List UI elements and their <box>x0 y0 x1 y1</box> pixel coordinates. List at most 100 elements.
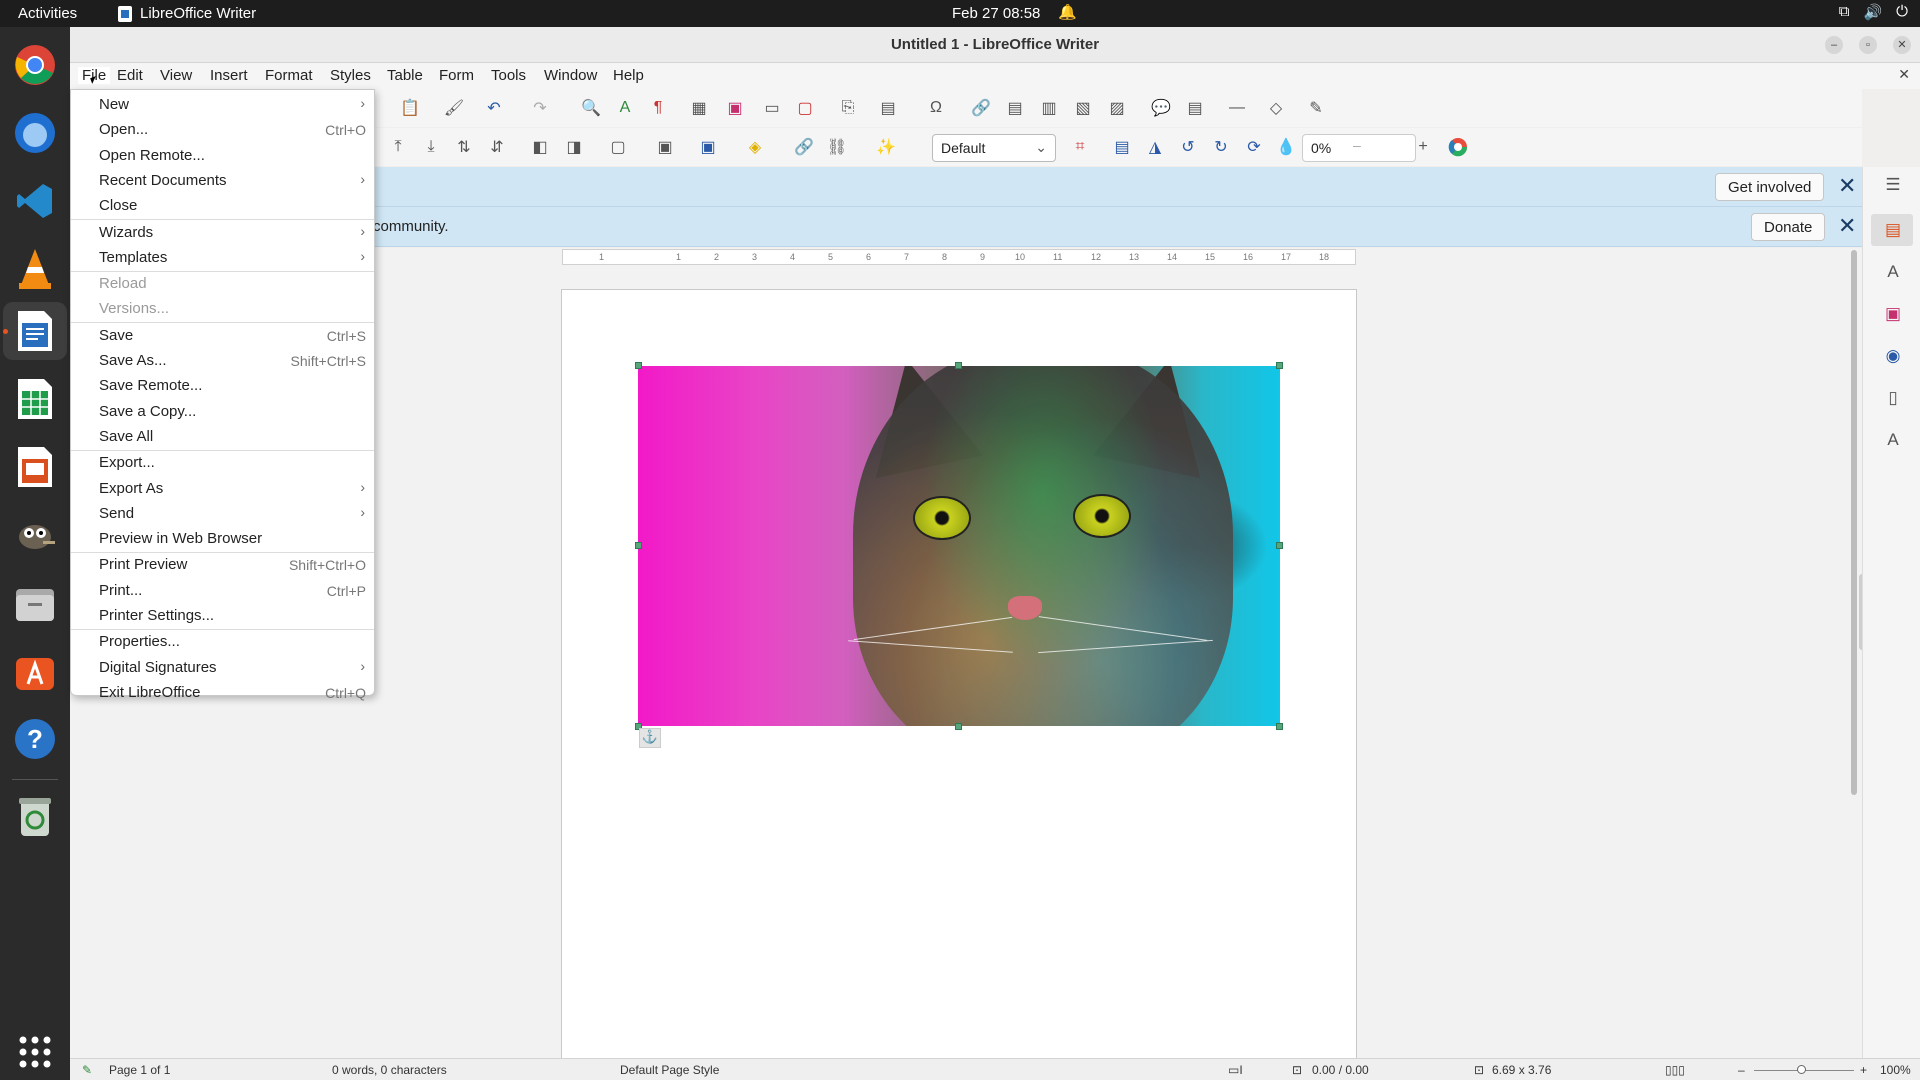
menu-form[interactable]: Form <box>439 67 474 84</box>
wrap-through-icon[interactable]: ⇵ <box>487 137 507 157</box>
insert-table-icon[interactable]: ▦ <box>689 98 709 118</box>
menu-item-preview-in-web-browser[interactable]: Preview in Web Browser <box>71 526 374 551</box>
page-icon[interactable]: ▯ <box>1883 388 1903 408</box>
menu-help[interactable]: Help <box>613 67 644 84</box>
vscode-launcher[interactable] <box>10 176 60 226</box>
activities-button[interactable]: Activities <box>18 5 77 22</box>
resize-handle[interactable] <box>955 723 962 730</box>
rotate-icon[interactable]: ⟳ <box>1244 137 1264 157</box>
menu-item-open[interactable]: Open... Ctrl+O <box>71 117 374 142</box>
track-changes-icon[interactable]: ▤ <box>1185 98 1205 118</box>
crop-icon[interactable]: ⌗ <box>1070 137 1090 157</box>
zoom-out-icon[interactable]: – <box>1738 1063 1745 1077</box>
writer-launcher[interactable] <box>10 306 60 356</box>
menu-item-send[interactable]: Send › <box>71 501 374 526</box>
calc-launcher[interactable] <box>10 374 60 424</box>
menu-item-new[interactable]: New › <box>71 92 374 117</box>
chrome-launcher[interactable] <box>10 40 60 90</box>
app-menu[interactable]: LibreOffice Writer <box>118 5 256 22</box>
menu-table[interactable]: Table <box>387 67 423 84</box>
resize-handle[interactable] <box>635 542 642 549</box>
menu-item-recent-documents[interactable]: Recent Documents › <box>71 168 374 193</box>
menu-item-open-remote[interactable]: Open Remote... <box>71 143 374 168</box>
hyperlink-icon[interactable]: 🔗 <box>971 98 991 118</box>
properties-icon[interactable]: ▤ <box>1883 220 1903 240</box>
send-to-back-icon[interactable]: ◨ <box>564 137 584 157</box>
decrease-icon[interactable]: – <box>1353 137 1361 153</box>
basic-shapes-icon[interactable]: ◇ <box>1266 98 1286 118</box>
horizontal-ruler[interactable]: 1 1 2 3 4 5 6 7 8 9 10 11 12 13 14 15 16… <box>562 249 1356 265</box>
zoom-slider-thumb[interactable] <box>1797 1065 1806 1074</box>
insert-line-icon[interactable]: — <box>1227 98 1247 118</box>
page-count[interactable]: Page 1 of 1 <box>109 1063 170 1077</box>
help-launcher[interactable]: ? <box>10 714 60 764</box>
vertical-scrollbar[interactable] <box>1851 250 1857 795</box>
image-mode-icon[interactable]: ▤ <box>1112 137 1132 157</box>
bookmark-icon[interactable]: ▧ <box>1073 98 1093 118</box>
area-fill-icon[interactable]: ◈ <box>745 137 765 157</box>
rotate-left-icon[interactable]: ↺ <box>1178 137 1198 157</box>
undo-icon[interactable]: ↶ <box>484 98 504 118</box>
color-icon[interactable] <box>1448 137 1468 157</box>
menu-item-printer-settings[interactable]: Printer Settings... <box>71 603 374 628</box>
cross-reference-icon[interactable]: ▨ <box>1107 98 1127 118</box>
vlc-launcher[interactable] <box>10 244 60 294</box>
view-layout-icon[interactable]: ▯▯▯ <box>1665 1063 1685 1077</box>
transparency-icon[interactable]: 💧 <box>1276 137 1296 157</box>
menu-item-wizards[interactable]: Wizards › <box>71 220 374 245</box>
word-count[interactable]: 0 words, 0 characters <box>332 1063 447 1077</box>
network-icon[interactable]: ⧉ <box>1839 3 1850 21</box>
gallery-icon[interactable]: ▣ <box>1883 304 1903 324</box>
files-launcher[interactable] <box>10 578 60 628</box>
impress-launcher[interactable] <box>10 442 60 492</box>
minimize-button[interactable]: – <box>1825 36 1843 54</box>
page-break-icon[interactable]: ⎘ <box>838 98 858 118</box>
menu-item-exit[interactable]: Exit LibreOffice Ctrl+Q <box>71 680 374 705</box>
close-infobar-icon[interactable]: ✕ <box>1838 173 1856 199</box>
power-icon[interactable]: ⏻ <box>1896 3 1908 21</box>
flip-horizontal-icon[interactable]: ◮ <box>1145 137 1165 157</box>
find-replace-icon[interactable]: 🔍 <box>581 98 601 118</box>
menu-item-print[interactable]: Print... Ctrl+P <box>71 578 374 603</box>
insert-field-icon[interactable]: ▤ <box>878 98 898 118</box>
frame-style-select[interactable]: Default ⌄ <box>932 134 1056 162</box>
clone-formatting-icon[interactable]: 🖌 <box>444 98 464 118</box>
formatting-marks-icon[interactable]: ¶ <box>648 98 668 118</box>
menu-item-print-preview[interactable]: Print Preview Shift+Ctrl+O <box>71 552 374 577</box>
paste-icon[interactable]: 📋 <box>400 98 420 118</box>
insert-image-icon[interactable]: ▣ <box>725 98 745 118</box>
close-document-icon[interactable]: ✕ <box>1898 66 1910 83</box>
wrap-page-icon[interactable]: ⤓ <box>421 137 441 157</box>
redo-icon[interactable]: ↷ <box>530 98 550 118</box>
menu-item-save-all[interactable]: Save All <box>71 424 374 449</box>
menu-item-digital-signatures[interactable]: Digital Signatures › <box>71 655 374 680</box>
insert-chart-icon[interactable]: ▭ <box>762 98 782 118</box>
unlink-frames-icon[interactable]: ⛓ <box>827 137 847 157</box>
menu-item-close[interactable]: Close <box>71 193 374 218</box>
spelling-icon[interactable]: A <box>615 98 635 118</box>
selection-mode-icon[interactable]: ▭I <box>1228 1063 1243 1077</box>
menu-item-export-as[interactable]: Export As › <box>71 476 374 501</box>
zoom-in-icon[interactable]: + <box>1860 1063 1867 1077</box>
close-infobar-icon[interactable]: ✕ <box>1838 213 1856 239</box>
resize-handle[interactable] <box>1276 362 1283 369</box>
volume-icon[interactable]: 🔊 <box>1863 3 1882 21</box>
trash-launcher[interactable] <box>10 791 60 841</box>
page-style[interactable]: Default Page Style <box>620 1063 719 1077</box>
resize-handle[interactable] <box>955 362 962 369</box>
maximize-button[interactable]: ▫ <box>1859 36 1877 54</box>
menu-item-save-a-copy[interactable]: Save a Copy... <box>71 399 374 424</box>
menu-edit[interactable]: Edit <box>117 67 143 84</box>
gimp-launcher[interactable] <box>10 510 60 560</box>
transparency-field[interactable]: 0% – <box>1302 134 1416 162</box>
menu-tools[interactable]: Tools <box>491 67 526 84</box>
cat-image[interactable] <box>638 366 1280 726</box>
menu-item-export[interactable]: Export... <box>71 450 374 475</box>
increase-icon[interactable]: + <box>1413 137 1433 157</box>
insert-textbox-icon[interactable]: ▢ <box>795 98 815 118</box>
get-involved-button[interactable]: Get involved <box>1715 173 1825 201</box>
menu-format[interactable]: Format <box>265 67 313 84</box>
border-style-icon[interactable]: ▣ <box>655 137 675 157</box>
borders-icon[interactable]: ▢ <box>608 137 628 157</box>
menu-view[interactable]: View <box>160 67 192 84</box>
